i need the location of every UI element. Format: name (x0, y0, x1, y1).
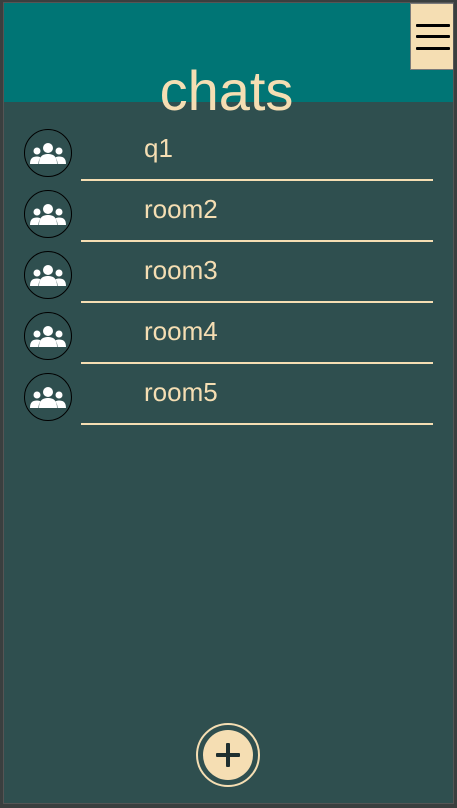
chat-item-room4[interactable]: room4 (4, 306, 453, 367)
add-chat-button[interactable] (196, 723, 260, 787)
chat-app: chats q1 room2 room3 room4 room5 (3, 2, 454, 804)
group-icon (24, 312, 72, 360)
page-title: chats (159, 59, 294, 122)
chat-item-q1[interactable]: q1 (4, 123, 453, 184)
chat-name: room5 (144, 377, 218, 407)
chat-name: q1 (144, 133, 173, 163)
divider (81, 362, 433, 364)
group-icon (24, 373, 72, 421)
menu-button[interactable] (410, 3, 453, 70)
divider (81, 423, 433, 425)
chat-item-room2[interactable]: room2 (4, 184, 453, 245)
chat-name: room2 (144, 194, 218, 224)
group-icon (24, 129, 72, 177)
chat-name: room3 (144, 255, 218, 285)
chat-list: q1 room2 room3 room4 room5 (4, 123, 453, 428)
chat-item-room3[interactable]: room3 (4, 245, 453, 306)
divider (81, 179, 433, 181)
chat-item-room5[interactable]: room5 (4, 367, 453, 428)
plus-icon (203, 730, 253, 780)
divider (81, 301, 433, 303)
hamburger-menu-icon (415, 23, 450, 50)
group-icon (24, 190, 72, 238)
chat-name: room4 (144, 316, 218, 346)
group-icon (24, 251, 72, 299)
divider (81, 240, 433, 242)
